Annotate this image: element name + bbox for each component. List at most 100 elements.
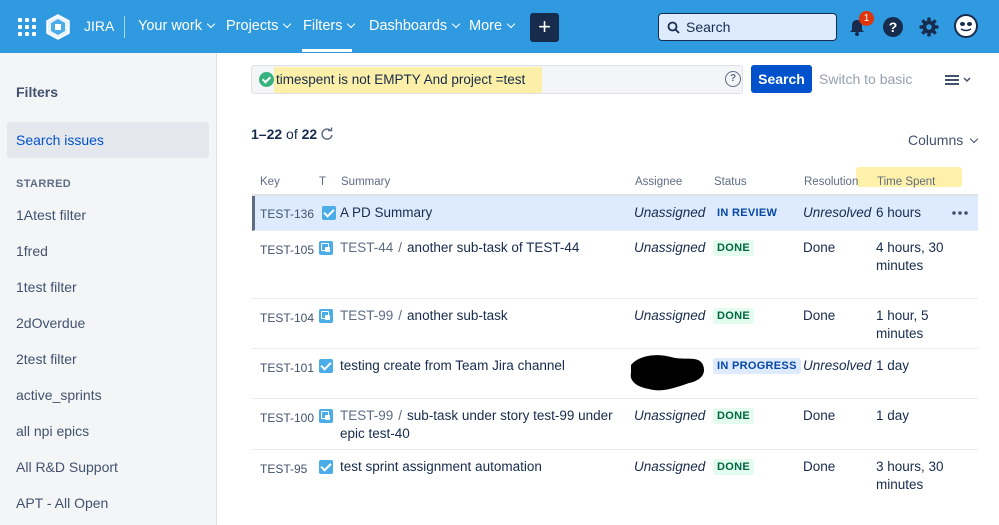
jql-query-text[interactable]: timespent is not EMPTY And project =test <box>276 72 525 87</box>
parent-issue-key[interactable]: TEST-44 <box>340 240 393 255</box>
table-row[interactable]: TEST-136 A PD Summary Unassigned IN REVI… <box>252 196 978 231</box>
sidebar-filter-link[interactable]: 1test filter <box>16 279 77 295</box>
table-row[interactable]: TEST-101 testing create from Team Jira c… <box>252 349 978 399</box>
column-header-type[interactable]: T <box>319 176 326 188</box>
summary-text: another sub-task of TEST-44 <box>407 240 580 255</box>
sidebar: Filters Search issues STARRED 1Atest fil… <box>0 53 217 525</box>
issue-assignee: Unassigned <box>634 240 706 255</box>
issue-time-spent: 4 hours, 30 minutes <box>876 240 944 273</box>
issue-assignee: Unassigned <box>634 308 706 323</box>
sidebar-filter-link[interactable]: 2test filter <box>16 351 77 367</box>
column-header-key[interactable]: Key <box>260 176 280 188</box>
issue-assignee: Unassigned <box>634 205 706 220</box>
help-icon[interactable]: ? <box>725 71 741 87</box>
chevron-down-icon <box>347 19 356 29</box>
issue-resolution: Done <box>803 240 836 255</box>
create-button[interactable]: + <box>530 13 559 42</box>
global-search[interactable] <box>658 13 837 41</box>
issue-key[interactable]: TEST-100 <box>260 411 314 425</box>
status-badge[interactable]: DONE <box>713 408 754 424</box>
app-grid-icon[interactable] <box>18 18 36 36</box>
valid-query-icon <box>259 72 274 87</box>
sidebar-filter-link[interactable]: 1Atest filter <box>16 207 86 223</box>
table-row[interactable]: TEST-100 TEST-99/sub-task under story te… <box>252 399 978 450</box>
parent-issue-key[interactable]: TEST-99 <box>340 408 393 423</box>
search-input[interactable] <box>686 18 826 36</box>
issue-key[interactable]: TEST-104 <box>260 311 314 325</box>
status-badge[interactable]: IN PROGRESS <box>713 358 801 374</box>
sidebar-filter-link[interactable]: All R&D Support <box>16 459 118 475</box>
results-range: 1–22 <box>251 126 283 142</box>
issue-key[interactable]: TEST-95 <box>260 462 307 476</box>
sidebar-filter-link[interactable]: 2dOverdue <box>16 315 85 331</box>
jql-query-field[interactable]: timespent is not EMPTY And project =test… <box>251 65 743 94</box>
search-button[interactable]: Search <box>751 65 812 93</box>
table-row[interactable]: TEST-104 TEST-99/another sub-task Unassi… <box>252 299 978 349</box>
nav-label: Your work <box>138 18 202 34</box>
column-header-assignee[interactable]: Assignee <box>635 176 682 188</box>
status-badge[interactable]: IN REVIEW <box>713 205 782 221</box>
issue-summary[interactable]: TEST-44/another sub-task of TEST-44 <box>340 239 579 257</box>
issue-resolution: Unresolved <box>803 205 872 220</box>
sidebar-item-search-issues[interactable]: Search issues <box>7 122 209 158</box>
task-type-icon <box>319 359 333 373</box>
issue-summary[interactable]: TEST-99/another sub-task <box>340 307 508 325</box>
refresh-icon[interactable] <box>320 127 334 141</box>
sidebar-filter-link[interactable]: all npi epics <box>16 423 89 439</box>
gear-icon[interactable] <box>919 17 939 37</box>
nav-filters[interactable]: Filters <box>303 18 356 34</box>
status-badge[interactable]: DONE <box>713 240 754 256</box>
topbar-divider <box>124 16 125 38</box>
issue-key[interactable]: TEST-101 <box>260 361 314 375</box>
sidebar-filter-link[interactable]: active_sprints <box>16 387 102 403</box>
subtask-type-icon <box>319 409 333 423</box>
nav-more[interactable]: More <box>469 18 516 34</box>
chevron-down-icon <box>970 134 979 144</box>
column-header-time-spent[interactable]: Time Spent <box>877 176 935 188</box>
issue-time-spent: 1 hour, 5 minutes <box>876 308 929 341</box>
search-icon <box>667 21 680 34</box>
chevron-down-icon <box>206 19 216 29</box>
issue-summary[interactable]: testing create from Team Jira channel <box>340 357 565 375</box>
nav-label: Filters <box>303 18 343 34</box>
column-header-summary[interactable]: Summary <box>341 176 390 188</box>
avatar-face-icon <box>960 22 972 32</box>
avatar[interactable] <box>954 14 978 38</box>
starred-section-title: STARRED <box>16 178 72 190</box>
app-name[interactable]: JIRA <box>84 18 114 34</box>
help-icon[interactable]: ? <box>883 17 903 37</box>
nav-dashboards[interactable]: Dashboards <box>369 18 461 34</box>
issue-summary[interactable]: TEST-99/sub-task under story test-99 und… <box>340 407 625 443</box>
issue-summary[interactable]: test sprint assignment automation <box>340 458 542 476</box>
issue-resolution: Unresolved <box>803 358 872 373</box>
status-badge[interactable]: DONE <box>713 459 754 475</box>
parent-issue-key[interactable]: TEST-99 <box>340 308 393 323</box>
issue-resolution: Done <box>803 459 836 474</box>
column-header-status[interactable]: Status <box>714 176 747 188</box>
issue-summary[interactable]: A PD Summary <box>340 204 432 222</box>
issue-key[interactable]: TEST-136 <box>260 207 314 221</box>
columns-button[interactable]: Columns <box>908 132 979 148</box>
subtask-type-icon <box>319 241 333 255</box>
issue-time-spent: 1 day <box>876 358 910 373</box>
active-nav-indicator <box>302 49 352 52</box>
sidebar-filter-link[interactable]: APT - All Open <box>16 495 108 511</box>
list-view-icon[interactable] <box>945 74 973 86</box>
switch-to-basic-link[interactable]: Switch to basic <box>819 71 912 87</box>
issue-key[interactable]: TEST-105 <box>260 243 314 257</box>
results-count: 1–22 of 22 <box>251 126 317 142</box>
task-type-icon <box>319 460 333 474</box>
nav-projects[interactable]: Projects <box>226 18 292 34</box>
issue-time-spent: 6 hours <box>876 205 922 220</box>
results-total: 22 <box>301 126 318 142</box>
jira-logo-icon[interactable] <box>46 14 70 40</box>
task-type-icon <box>322 206 336 220</box>
column-header-resolution[interactable]: Resolution <box>804 176 858 188</box>
more-icon[interactable] <box>952 211 968 215</box>
status-badge[interactable]: DONE <box>713 308 754 324</box>
top-navigation-bar: JIRA Your work Projects Filters Dashboar… <box>0 0 999 53</box>
sidebar-filter-link[interactable]: 1fred <box>16 243 48 259</box>
table-row[interactable]: TEST-105 TEST-44/another sub-task of TES… <box>252 231 978 299</box>
nav-your-work[interactable]: Your work <box>138 18 216 34</box>
table-row[interactable]: TEST-95 test sprint assignment automatio… <box>252 450 978 525</box>
